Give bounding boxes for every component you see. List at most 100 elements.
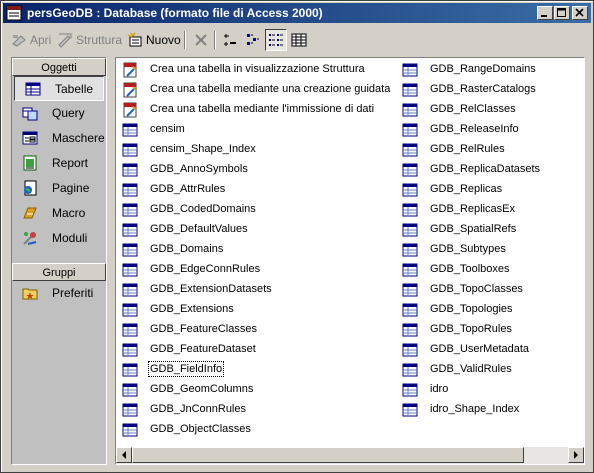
list-item-label: GDB_AttrRules	[150, 183, 226, 195]
sidebar-item-pages[interactable]: Pagine	[12, 176, 106, 201]
window-title: persGeoDB : Database (formato file di Ac…	[27, 6, 323, 20]
list-item-label: GDB_Toolboxes	[430, 263, 510, 275]
sidebar-item-favorites[interactable]: Preferiti	[12, 281, 106, 306]
table-icon	[402, 243, 418, 257]
delete-button[interactable]	[190, 29, 212, 51]
table-icon	[402, 363, 418, 377]
table-icon	[402, 143, 418, 157]
scroll-left-button[interactable]	[116, 447, 132, 463]
list-item-label: GDB_Extensions	[150, 303, 234, 315]
table-icon	[122, 163, 138, 177]
table-icon	[122, 423, 138, 437]
list-item-label: Crea una tabella mediante una creazione …	[150, 83, 391, 95]
list-item-label: GDB_RelClasses	[430, 103, 516, 115]
table-icon	[402, 263, 418, 277]
create-wizard-icon	[123, 82, 137, 98]
create-wizard-icon	[123, 62, 137, 78]
table-icon	[402, 343, 418, 357]
toolbar-separator	[184, 31, 186, 49]
database-window: persGeoDB : Database (formato file di Ac…	[0, 0, 594, 473]
objects-header[interactable]: Oggetti	[12, 58, 106, 76]
table-icon	[122, 343, 138, 357]
scrollbar-track[interactable]	[524, 447, 568, 463]
table-icon	[402, 163, 418, 177]
sidebar-item-label: Report	[52, 156, 89, 170]
list-item-label: Crea una tabella in visualizzazione Stru…	[150, 63, 365, 75]
database-window-icon	[6, 5, 22, 21]
list-item-label: GDB_ReplicaDatasets	[430, 163, 541, 175]
left-arrow-icon	[122, 451, 126, 459]
maximize-button[interactable]	[554, 6, 570, 20]
maximize-icon	[557, 8, 566, 17]
table-icon	[402, 223, 418, 237]
list-item-label: GDB_EdgeConnRules	[150, 263, 261, 275]
list-item-label: GDB_CodedDomains	[150, 203, 256, 215]
sidebar-item-modules[interactable]: Moduli	[12, 226, 106, 251]
scrollbar-thumb[interactable]	[132, 447, 524, 463]
list-item-label: GDB_Replicas	[430, 183, 503, 195]
list-item-label: GDB_ReplicasEx	[430, 203, 515, 215]
small-icons-view-button[interactable]	[242, 29, 264, 51]
title-bar[interactable]: persGeoDB : Database (formato file di Ac…	[3, 3, 591, 23]
list-view-button[interactable]	[265, 29, 287, 51]
design-button[interactable]: Struttura	[57, 29, 122, 51]
list-item-label: GDB_RangeDomains	[430, 63, 536, 75]
table-icon	[122, 323, 138, 337]
list-item-label: GDB_FeatureClasses	[150, 323, 257, 335]
list-item-label: GDB_JnConnRules	[150, 403, 246, 415]
new-button[interactable]: Nuovo	[127, 29, 181, 51]
sidebar-item-label: Pagine	[52, 181, 90, 195]
large-icons-view-icon	[224, 34, 236, 46]
sidebar-item-reports[interactable]: Report	[12, 151, 106, 176]
table-icon	[122, 283, 138, 297]
list-item-label: GDB_TopoRules	[430, 323, 512, 335]
list-item-label: GDB_UserMetadata	[430, 343, 530, 355]
large-icons-view-button[interactable]	[219, 29, 241, 51]
table-icon	[122, 243, 138, 257]
sidebar-item-label: Macro	[52, 206, 86, 220]
list-item-label: GDB_AnnoSymbols	[150, 163, 248, 175]
sidebar-item-forms[interactable]: Maschere	[12, 126, 106, 151]
module-icon	[23, 232, 37, 245]
table-icon	[122, 203, 138, 217]
page-icon	[24, 180, 37, 196]
objects-bar: Oggetti Tabelle Query Maschere Report Pa…	[11, 57, 107, 465]
horizontal-scrollbar[interactable]	[116, 447, 584, 464]
table-icon	[402, 123, 418, 137]
table-icon	[122, 383, 138, 397]
groups-header[interactable]: Gruppi	[12, 263, 106, 281]
list-item-label: GDB_Subtypes	[430, 243, 506, 255]
sidebar-item-label: Maschere	[52, 131, 105, 145]
list-view-icon	[269, 34, 283, 46]
table-icon	[122, 123, 138, 137]
sidebar-item-label: Tabelle	[55, 82, 94, 96]
design-icon	[58, 33, 72, 48]
minimize-button[interactable]	[537, 6, 553, 20]
scroll-right-button[interactable]	[568, 447, 584, 463]
table-icon	[122, 403, 138, 417]
table-icon	[122, 263, 138, 277]
close-icon	[575, 8, 584, 17]
list-item-label: idro	[430, 383, 449, 395]
table-icon	[122, 223, 138, 237]
toolbar-separator	[214, 31, 216, 49]
minimize-icon	[541, 15, 547, 17]
sidebar-item-macros[interactable]: Macro	[12, 201, 106, 226]
list-item-label: GDB_RasterCatalogs	[430, 83, 536, 95]
list-item-label: GDB_TopoClasses	[430, 283, 523, 295]
close-button[interactable]	[572, 6, 588, 20]
table-icon	[402, 283, 418, 297]
sidebar-item-queries[interactable]: Query	[12, 101, 106, 126]
sidebar-item-tables[interactable]: Tabelle	[14, 76, 104, 101]
table-icon	[402, 83, 418, 97]
table-icon	[122, 183, 138, 197]
list-item-label: GDB_Domains	[150, 243, 224, 255]
macro-icon	[23, 207, 37, 219]
right-arrow-icon	[574, 451, 578, 459]
object-list[interactable]: Crea una tabella in visualizzazione Stru…	[115, 57, 585, 465]
open-button[interactable]: Apri	[11, 29, 51, 51]
details-view-button[interactable]	[288, 29, 310, 51]
list-item-label: GDB_ReleaseInfo	[430, 123, 519, 135]
toolbar: Apri Struttura Nuovo	[3, 25, 591, 53]
